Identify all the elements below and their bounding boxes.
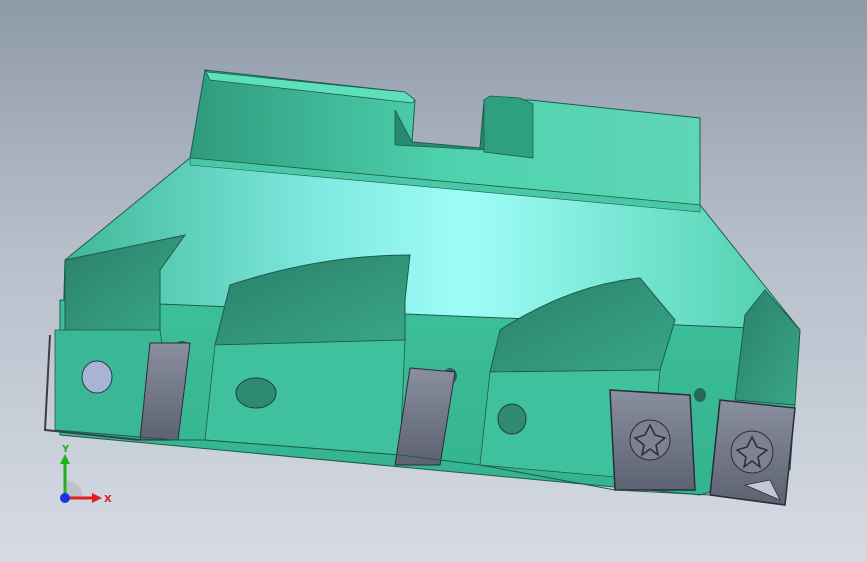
small-hole-3 <box>694 388 706 402</box>
coolant-hole-1 <box>81 360 113 394</box>
x-axis-label: X <box>104 494 112 505</box>
coolant-hole-3 <box>497 403 527 435</box>
coolant-hole-2 <box>235 377 277 409</box>
z-axis-icon <box>60 493 70 503</box>
cad-model-face-mill-cutter[interactable] <box>0 0 867 562</box>
cutting-insert-1 <box>609 389 696 491</box>
boss-key-right <box>483 95 534 159</box>
flat-face-2 <box>204 339 406 456</box>
y-axis-label: Y <box>61 444 70 455</box>
cutting-insert-2 <box>709 399 796 506</box>
coordinate-triad: Y X <box>60 444 112 505</box>
graphics-viewport[interactable]: Y X <box>0 0 867 562</box>
